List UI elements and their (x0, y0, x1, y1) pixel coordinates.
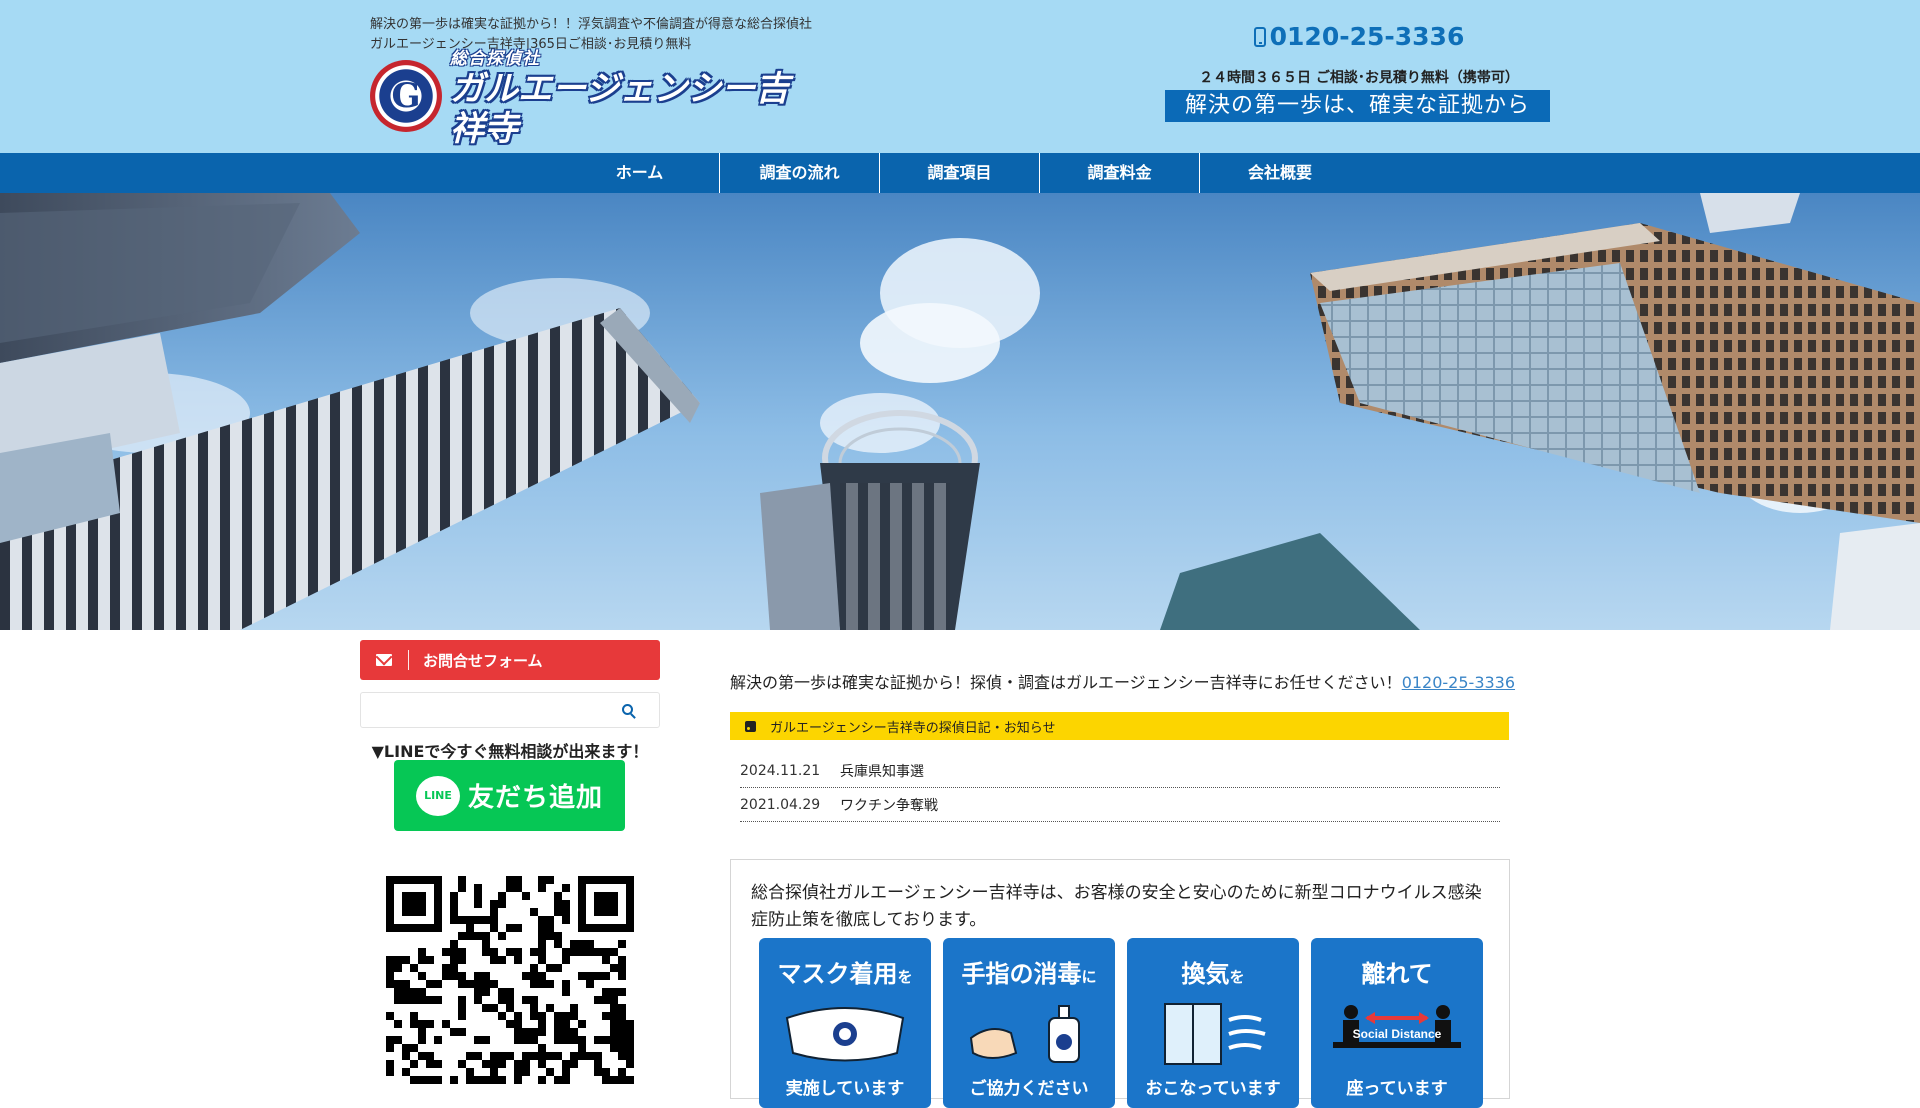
line-add-friend-label: 友だち追加 (467, 783, 603, 813)
card-footer: ご協力ください (969, 1079, 1089, 1099)
card-particle: を (897, 968, 913, 986)
line-qr-code (386, 876, 634, 1086)
rss-icon (745, 720, 756, 732)
intro-phone-link[interactable]: 0120-25-3336 (1402, 673, 1515, 692)
window-ventilation-icon (1164, 1003, 1266, 1065)
line-logo-icon: LINE (415, 775, 460, 816)
business-hours: ２４時間３６５日 ご相談･お見積り無料（携帯可） (1199, 70, 1519, 86)
hand-sanitizer-icon (969, 1005, 1080, 1063)
logo-title: ガルエージェンシー吉祥寺 (450, 68, 790, 149)
button-divider (408, 650, 409, 670)
covid-notice-text: 総合探偵社ガルエージェンシー吉祥寺は、お客様の安全と安心のために新型コロナウイル… (751, 883, 1482, 930)
site-header: 解決の第一歩は確実な証拠から！！浮気調査や不倫調査が得意な総合探偵社 ガルエージ… (0, 0, 1920, 153)
social-distance-badge: Social Distance (1353, 1027, 1442, 1041)
card-mask: マスク着用を 実施しています (759, 938, 931, 1108)
covid-cards: マスク着用を 実施しています 手指の消毒に ご協力ください 換気を おこなってい… (759, 938, 1483, 1108)
intro-message: 解決の第一歩は確実な証拠から！探偵・調査はガルエージェンシー吉祥寺にお任せくださ… (730, 673, 1402, 692)
news-item[interactable]: 2024.11.21 兵庫県知事選 (740, 754, 1500, 788)
qr-code-image (386, 876, 634, 1086)
contact-form-button[interactable]: お問合せフォーム (360, 640, 660, 680)
logo-subtitle: 総合探偵社 (450, 48, 540, 69)
card-footer: おこなっています (1145, 1079, 1281, 1099)
search-input[interactable] (361, 693, 601, 727)
card-title: マスク着用 (777, 960, 898, 988)
news-header: ガルエージェンシー吉祥寺の探偵日記・お知らせ (730, 712, 1509, 740)
card-ventilation: 換気を おこなっています (1127, 938, 1299, 1108)
line-add-friend-button[interactable]: LINE 友だち追加 (394, 760, 625, 831)
contact-form-label: お問合せフォーム (423, 651, 543, 670)
line-consult-text: ▼LINEで今すぐ無料相談が出来ます！ (371, 742, 649, 761)
catchphrase-banner: 解決の第一歩は、確実な証拠から (1165, 90, 1550, 122)
card-particle: に (1081, 968, 1097, 986)
card-title: 換気 (1181, 960, 1230, 988)
site-logo[interactable]: G 総合探偵社 ガルエージェンシー吉祥寺 (370, 49, 820, 149)
header-phone[interactable]: 0120-25-3336 (1164, 22, 1554, 51)
search-icon[interactable] (622, 704, 633, 715)
tagline-line1: 解決の第一歩は確実な証拠から！！浮気調査や不倫調査が得意な総合探偵社 (370, 17, 813, 32)
card-particle: を (1229, 968, 1245, 986)
nav-item-services[interactable]: 調査項目 (880, 153, 1040, 193)
nav-item-pricing[interactable]: 調査料金 (1040, 153, 1200, 193)
logo-text: 総合探偵社 ガルエージェンシー吉祥寺 (450, 44, 820, 149)
card-sanitize: 手指の消毒に ご協力ください (943, 938, 1115, 1108)
card-social-distance: 離れて Social Distance 座っています (1311, 938, 1483, 1108)
nav-item-home[interactable]: ホーム (560, 153, 720, 193)
news-title[interactable]: 兵庫県知事選 (840, 761, 924, 781)
news-date: 2021.04.29 (740, 796, 821, 813)
news-item[interactable]: 2021.04.29 ワクチン争奪戦 (740, 788, 1500, 822)
social-distance-icon: Social Distance (1333, 1005, 1461, 1048)
logo-mark: G (391, 76, 421, 116)
face-mask-icon (785, 1007, 905, 1062)
intro-text: 解決の第一歩は確実な証拠から！探偵・調査はガルエージェンシー吉祥寺にお任せくださ… (730, 669, 1550, 693)
skyscrapers-image (0, 193, 1920, 630)
card-footer: 座っています (1346, 1079, 1448, 1099)
phone-number: 0120-25-3336 (1269, 22, 1465, 51)
news-list: 2024.11.21 兵庫県知事選 2021.04.29 ワクチン争奪戦 (740, 754, 1500, 822)
card-title: 離れて (1361, 960, 1433, 988)
nav-item-company[interactable]: 会社概要 (1200, 153, 1360, 193)
news-title[interactable]: ワクチン争奪戦 (840, 795, 938, 815)
envelope-icon (376, 654, 392, 666)
card-footer: 実施しています (785, 1079, 905, 1099)
news-header-title: ガルエージェンシー吉祥寺の探偵日記・お知らせ (770, 720, 1056, 736)
covid-notice: 総合探偵社ガルエージェンシー吉祥寺は、お客様の安全と安心のために新型コロナウイル… (730, 859, 1510, 1108)
search-box (360, 692, 660, 728)
mobile-phone-icon (1253, 27, 1266, 47)
global-nav: ホーム 調査の流れ 調査項目 調査料金 会社概要 (0, 153, 1920, 193)
logo-emblem-icon: G (370, 60, 442, 132)
hero-image (0, 193, 1920, 630)
nav-item-flow[interactable]: 調査の流れ (720, 153, 880, 193)
card-title: 手指の消毒 (961, 960, 1082, 988)
news-date: 2024.11.21 (740, 762, 821, 779)
